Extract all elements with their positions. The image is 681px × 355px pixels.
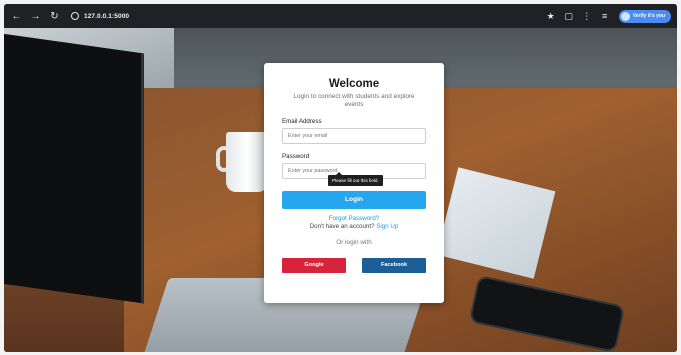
forgot-password-link[interactable]: Forgot Password? xyxy=(282,215,426,222)
social-login-group: Google Facebook xyxy=(282,257,426,273)
reading-list-icon[interactable]: ≡ xyxy=(599,10,611,22)
address-bar-text: 127.0.0.1:5000 xyxy=(84,12,130,20)
background-photo: Welcome Login to connect with students a… xyxy=(4,28,677,352)
address-bar[interactable]: 127.0.0.1:5000 xyxy=(71,12,129,20)
page-title: Welcome xyxy=(328,78,380,90)
browser-actions: ★ ▢ ⋮ ≡ Verify it's you xyxy=(539,9,671,23)
google-login-button[interactable]: Google xyxy=(282,257,346,273)
email-label: Email Address xyxy=(282,117,322,125)
or-login-with-text: Or login with xyxy=(336,238,372,246)
coffee-mug xyxy=(226,132,268,192)
back-arrow-icon[interactable]: ← xyxy=(10,10,23,23)
browser-toolbar: ← → ↻ 127.0.0.1:5000 ★ ▢ ⋮ ≡ Verify it's… xyxy=(4,4,677,28)
site-info-icon[interactable] xyxy=(71,12,79,20)
login-button[interactable]: Login xyxy=(282,190,426,209)
forward-arrow-icon[interactable]: → xyxy=(29,10,42,23)
email-field[interactable] xyxy=(282,127,426,144)
profile-chip[interactable]: Verify it's you xyxy=(618,9,671,23)
sign-up-link[interactable]: Sign Up xyxy=(376,223,398,230)
laptop-screen xyxy=(4,32,144,304)
menu-icon[interactable]: ⋮ xyxy=(581,10,593,22)
browser-window: ← → ↻ 127.0.0.1:5000 ★ ▢ ⋮ ≡ Verify it's… xyxy=(4,4,677,352)
validation-tooltip: Please fill out this field. xyxy=(328,172,383,186)
signup-prompt-text: Don't have an account? xyxy=(309,222,375,230)
extensions-icon[interactable]: ▢ xyxy=(563,10,575,22)
profile-chip-label: Verify it's you xyxy=(632,13,665,19)
reload-icon[interactable]: ↻ xyxy=(48,10,61,23)
avatar xyxy=(620,11,630,21)
page-subtitle: Login to connect with students and explo… xyxy=(293,93,415,108)
signup-prompt: Don't have an account? Sign Up xyxy=(282,223,426,230)
star-icon[interactable]: ★ xyxy=(545,10,557,22)
facebook-login-button[interactable]: Facebook xyxy=(362,257,426,273)
password-label: Password xyxy=(282,152,310,160)
login-card: Welcome Login to connect with students a… xyxy=(264,63,444,303)
